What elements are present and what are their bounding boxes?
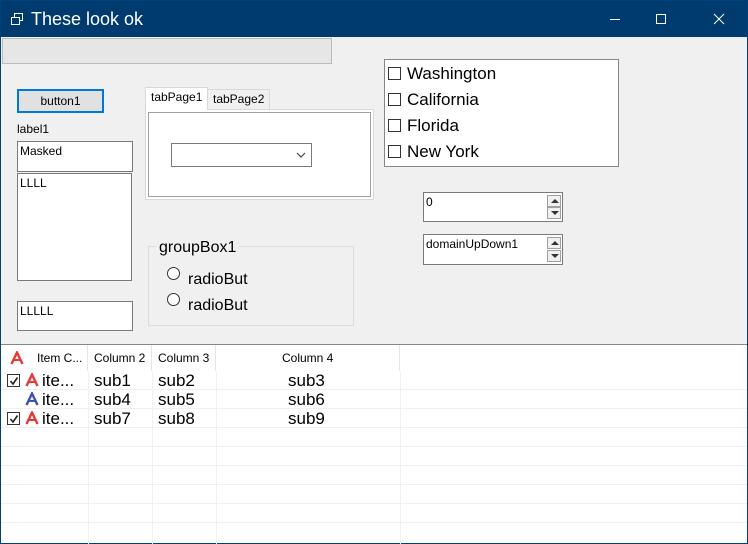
window-title: These look ok — [31, 9, 144, 29]
cell-item: ite... — [42, 390, 75, 409]
letter-a-red-icon — [10, 351, 24, 365]
spin-up-button[interactable] — [547, 237, 561, 249]
listview: Item C... Column 2 Column 3 Column 4 ite… — [1, 344, 747, 544]
domain-updown[interactable]: domainUpDown1 — [423, 234, 563, 265]
radio-circle-icon — [167, 267, 180, 280]
letter-a-red-icon — [25, 411, 39, 425]
label1: label1 — [17, 122, 50, 136]
textbox-lllll[interactable]: LLLLL — [17, 301, 133, 331]
tab-content — [148, 112, 371, 197]
column-header-2[interactable]: Column 2 — [88, 345, 152, 371]
checked-listbox: Washington California Florida New York — [384, 59, 619, 167]
app-window-icon — [11, 13, 23, 25]
radio-label-2: radioBut — [188, 297, 248, 314]
column-header-item[interactable]: Item C... — [1, 345, 88, 371]
checkbox-icon — [388, 119, 401, 132]
spin-up-button[interactable] — [547, 195, 561, 207]
close-button[interactable] — [696, 1, 742, 37]
tab-page2[interactable]: tabPage2 — [207, 89, 271, 110]
maximize-icon — [656, 14, 666, 24]
checklist-item-washington[interactable]: Washington — [388, 61, 496, 87]
spin-up-icon — [551, 199, 559, 203]
app-window: These look ok button1 label1 Masked LLLL… — [0, 0, 748, 544]
table-row[interactable]: ite... sub1 sub2 sub3 — [1, 371, 747, 390]
letter-a-red-icon — [25, 373, 39, 387]
column-header-3[interactable]: Column 3 — [152, 345, 216, 371]
title-bar[interactable]: These look ok — [1, 1, 747, 37]
grid-line — [1, 522, 747, 523]
chevron-down-icon — [296, 152, 306, 158]
checkbox-icon — [388, 145, 401, 158]
column-header-label: Column 3 — [158, 351, 210, 365]
radio-label-1: radioBut — [188, 271, 248, 288]
minimize-button[interactable] — [592, 1, 638, 37]
tab-panel — [145, 109, 374, 200]
column-header-4[interactable]: Column 4 — [216, 345, 400, 371]
radio-circle-icon — [167, 293, 180, 306]
maximize-button[interactable] — [638, 1, 684, 37]
cell-column-3: sub5 — [158, 390, 195, 409]
domain-updown-value: domainUpDown1 — [426, 237, 519, 251]
cell-column-2: sub7 — [94, 409, 131, 428]
multiline-textbox[interactable]: LLLL — [17, 173, 132, 281]
cell-column-2: sub1 — [94, 371, 131, 390]
masked-textbox[interactable]: Masked — [17, 141, 133, 172]
row-checkbox[interactable] — [7, 374, 20, 387]
groupbox-title: groupBox1 — [156, 239, 240, 257]
cell-column-4: sub6 — [288, 390, 325, 409]
cell-column-4: sub3 — [288, 371, 325, 390]
checkmark-icon — [9, 377, 19, 386]
numeric-updown[interactable]: 0 — [423, 192, 563, 222]
button1[interactable]: button1 — [17, 89, 104, 113]
cell-item: ite... — [42, 409, 75, 428]
checkbox-icon — [388, 93, 401, 106]
tab-page1[interactable]: tabPage1 — [145, 87, 209, 110]
cell-column-4: sub9 — [288, 409, 325, 428]
checklist-item-california[interactable]: California — [388, 87, 479, 113]
client-area: button1 label1 Masked LLLL LLLLL tabPage… — [1, 37, 747, 544]
table-row[interactable]: ite... sub4 sub5 sub6 — [1, 390, 747, 409]
combobox[interactable] — [171, 143, 312, 167]
spin-down-icon — [551, 211, 559, 215]
spin-up-icon — [551, 241, 559, 245]
cell-column-3: sub2 — [158, 371, 195, 390]
grid-line — [1, 503, 747, 504]
spin-down-icon — [551, 254, 559, 258]
letter-a-blue-icon — [25, 392, 39, 406]
minimize-icon — [610, 19, 620, 20]
table-row[interactable]: ite... sub7 sub8 sub9 — [1, 409, 747, 428]
row-checkbox[interactable] — [7, 412, 20, 425]
checkmark-icon — [9, 415, 19, 424]
column-header-label: Column 2 — [94, 351, 146, 365]
spin-down-button[interactable] — [547, 250, 561, 262]
cell-column-2: sub4 — [94, 390, 131, 409]
numeric-updown-value: 0 — [426, 195, 433, 209]
close-icon — [713, 13, 725, 25]
cell-column-3: sub8 — [158, 409, 195, 428]
cell-item: ite... — [42, 371, 75, 390]
radio-group: radioBut radioBut — [149, 263, 353, 325]
spin-down-button[interactable] — [547, 207, 561, 219]
grid-line — [1, 484, 747, 485]
column-header-label: Column 4 — [282, 351, 334, 365]
column-header-label: Item C... — [37, 351, 83, 365]
checklist-item-new-york[interactable]: New York — [388, 139, 479, 165]
grid-line — [1, 446, 747, 447]
checkbox-icon — [388, 67, 401, 80]
grid-line — [1, 465, 747, 466]
progress-bar — [2, 38, 332, 64]
checklist-item-florida[interactable]: Florida — [388, 113, 459, 139]
